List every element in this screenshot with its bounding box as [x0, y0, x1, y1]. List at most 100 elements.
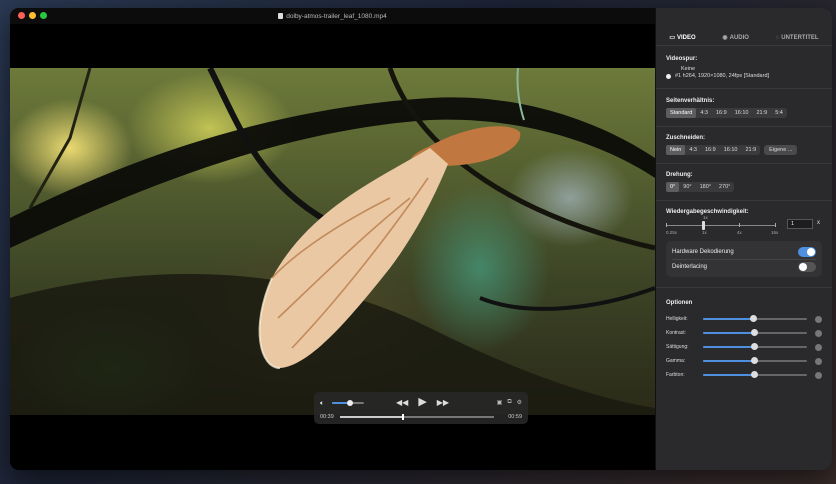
- video-track-none-label: Keine: [681, 66, 696, 72]
- video-frame-image: [10, 68, 655, 415]
- option-slider[interactable]: [703, 329, 807, 336]
- crop-section: Zuschneiden: Nein 4:3 16:9 16:10 21:9 Eigene…: [656, 135, 832, 155]
- reset-icon[interactable]: [815, 343, 822, 351]
- video-area[interactable]: 🔈︎ ◀◀ ▶ ▶▶ ▣ ⧉ ⚙ 00:39 00:59: [10, 24, 655, 470]
- video-track-section: Videospur: Keine #1 h264, 1920×1080, 24f…: [656, 56, 832, 79]
- toggle-knob: [807, 247, 815, 256]
- aspect-option[interactable]: 16:10: [731, 108, 753, 118]
- tab-video[interactable]: ▭ VIDEO: [669, 30, 695, 45]
- crop-option[interactable]: 21:9: [741, 145, 760, 155]
- video-track-label: Videospur:: [666, 56, 698, 62]
- tab-audio-label: AUDIO: [729, 34, 749, 41]
- video-track-1-label: #1 h264, 1920×1080, 24fps [Standard]: [675, 73, 770, 79]
- divider: [656, 163, 832, 164]
- divider: [656, 126, 832, 127]
- options-label: Optionen: [666, 300, 693, 306]
- speed-input[interactable]: 1: [787, 219, 813, 229]
- tab-subtitles[interactable]: ◌ UNTERTITEL: [776, 30, 819, 45]
- video-track-none[interactable]: Keine: [666, 66, 822, 72]
- window-title-text: dolby-atmos-trailer_leaf_1080.mp4: [286, 12, 387, 20]
- volume-slider[interactable]: [332, 400, 364, 406]
- option-slider[interactable]: [703, 343, 807, 350]
- traffic-lights: [18, 12, 47, 19]
- aspect-option[interactable]: 4:3: [696, 108, 712, 118]
- option-slider[interactable]: [703, 315, 807, 322]
- subtitle-icon[interactable]: ▣: [497, 399, 503, 406]
- seek-knob[interactable]: [401, 414, 404, 420]
- option-knob[interactable]: [749, 315, 757, 322]
- option-row: Gamma:: [666, 354, 822, 368]
- video-track-1[interactable]: #1 h264, 1920×1080, 24fps [Standard]: [666, 73, 822, 79]
- zoom-button[interactable]: [40, 12, 47, 19]
- reset-icon[interactable]: [815, 329, 822, 337]
- reset-icon[interactable]: [815, 357, 822, 365]
- option-name: Sättigung:: [666, 344, 689, 350]
- rotation-option[interactable]: 0°: [666, 182, 680, 192]
- volume-icon[interactable]: 🔈︎: [320, 400, 324, 407]
- reset-icon[interactable]: [815, 315, 822, 323]
- speed-tick-label: 4x: [737, 230, 742, 235]
- toggle-group: Hardware Dekodierung Deinterlacing: [666, 241, 822, 277]
- rotation-option[interactable]: 180°: [696, 182, 715, 192]
- aspect-label: Seitenverhältnis:: [666, 98, 715, 104]
- crop-label: Zuschneiden:: [666, 135, 706, 141]
- speaker-icon: ◉: [722, 35, 728, 41]
- option-slider[interactable]: [703, 371, 807, 378]
- pip-icon[interactable]: ⧉: [507, 399, 511, 406]
- speed-unit: x: [817, 220, 820, 226]
- speed-marker-label: 1x: [703, 215, 708, 220]
- crop-option[interactable]: 16:9: [701, 145, 720, 155]
- reset-icon[interactable]: [815, 371, 822, 379]
- divider: [656, 200, 832, 201]
- speed-tick-label: 0.25x: [666, 230, 678, 235]
- custom-crop-button[interactable]: Eigene ...: [764, 145, 798, 155]
- deinterlacing-label: Deinterlacing: [672, 264, 708, 270]
- crop-option[interactable]: Nein: [666, 145, 686, 155]
- option-row: Sättigung:: [666, 340, 822, 354]
- option-slider[interactable]: [703, 357, 807, 364]
- speed-knob[interactable]: [702, 221, 705, 230]
- rotation-option[interactable]: 90°: [679, 182, 695, 192]
- option-fill: [703, 360, 754, 362]
- speed-tick: [775, 223, 776, 227]
- settings-icon[interactable]: ⚙: [517, 399, 522, 406]
- hardware-decoding-toggle[interactable]: [798, 246, 816, 257]
- option-name: Farbton:: [666, 372, 685, 378]
- crop-option[interactable]: 16:10: [720, 145, 742, 155]
- option-knob[interactable]: [750, 329, 758, 336]
- rewind-icon[interactable]: ◀◀: [396, 398, 408, 407]
- deinterlacing-toggle[interactable]: [798, 262, 816, 272]
- options-list: Helligkeit: Kontrast: Sättigung: Gamma: Farb…: [666, 312, 822, 382]
- seek-bar[interactable]: [340, 414, 494, 420]
- crop-option[interactable]: 4:3: [685, 145, 701, 155]
- minimize-button[interactable]: [29, 12, 36, 19]
- window-title: dolby-atmos-trailer_leaf_1080.mp4: [278, 12, 387, 20]
- speed-slider[interactable]: [666, 225, 776, 226]
- divider: [656, 88, 832, 89]
- option-row: Kontrast:: [666, 326, 822, 340]
- option-name: Helligkeit:: [666, 316, 688, 322]
- aspect-option[interactable]: 5:4: [771, 108, 787, 118]
- close-button[interactable]: [18, 12, 25, 19]
- play-icon[interactable]: ▶: [418, 397, 426, 408]
- speed-tick-label: 1x: [702, 230, 707, 235]
- rotation-option[interactable]: 270°: [715, 182, 734, 192]
- volume-knob[interactable]: [346, 400, 353, 406]
- speed-section: Wiedergabegeschwindigkeit: 1x 0.25x 1x 4…: [656, 209, 832, 241]
- rotation-label: Drehung:: [666, 172, 693, 178]
- aspect-option[interactable]: 16:9: [712, 108, 731, 118]
- aspect-option[interactable]: Standard: [666, 108, 697, 118]
- option-row: Farbton:: [666, 368, 822, 382]
- player-window: dolby-atmos-trailer_leaf_1080.mp4 🔈︎ ◀◀ …: [10, 8, 832, 470]
- option-name: Kontrast:: [666, 330, 687, 336]
- option-knob[interactable]: [750, 371, 758, 378]
- aspect-option[interactable]: 21:9: [752, 108, 771, 118]
- option-name: Gamma:: [666, 358, 686, 364]
- transport-buttons: ◀◀ ▶ ▶▶: [396, 397, 449, 408]
- tab-audio[interactable]: ◉ AUDIO: [722, 30, 749, 45]
- fast-forward-icon[interactable]: ▶▶: [437, 398, 449, 407]
- speed-control: 1x 0.25x 1x 4x 16x 1 x: [666, 215, 822, 241]
- option-knob[interactable]: [750, 357, 758, 364]
- option-knob[interactable]: [750, 343, 758, 350]
- tab-video-label: VIDEO: [677, 34, 696, 41]
